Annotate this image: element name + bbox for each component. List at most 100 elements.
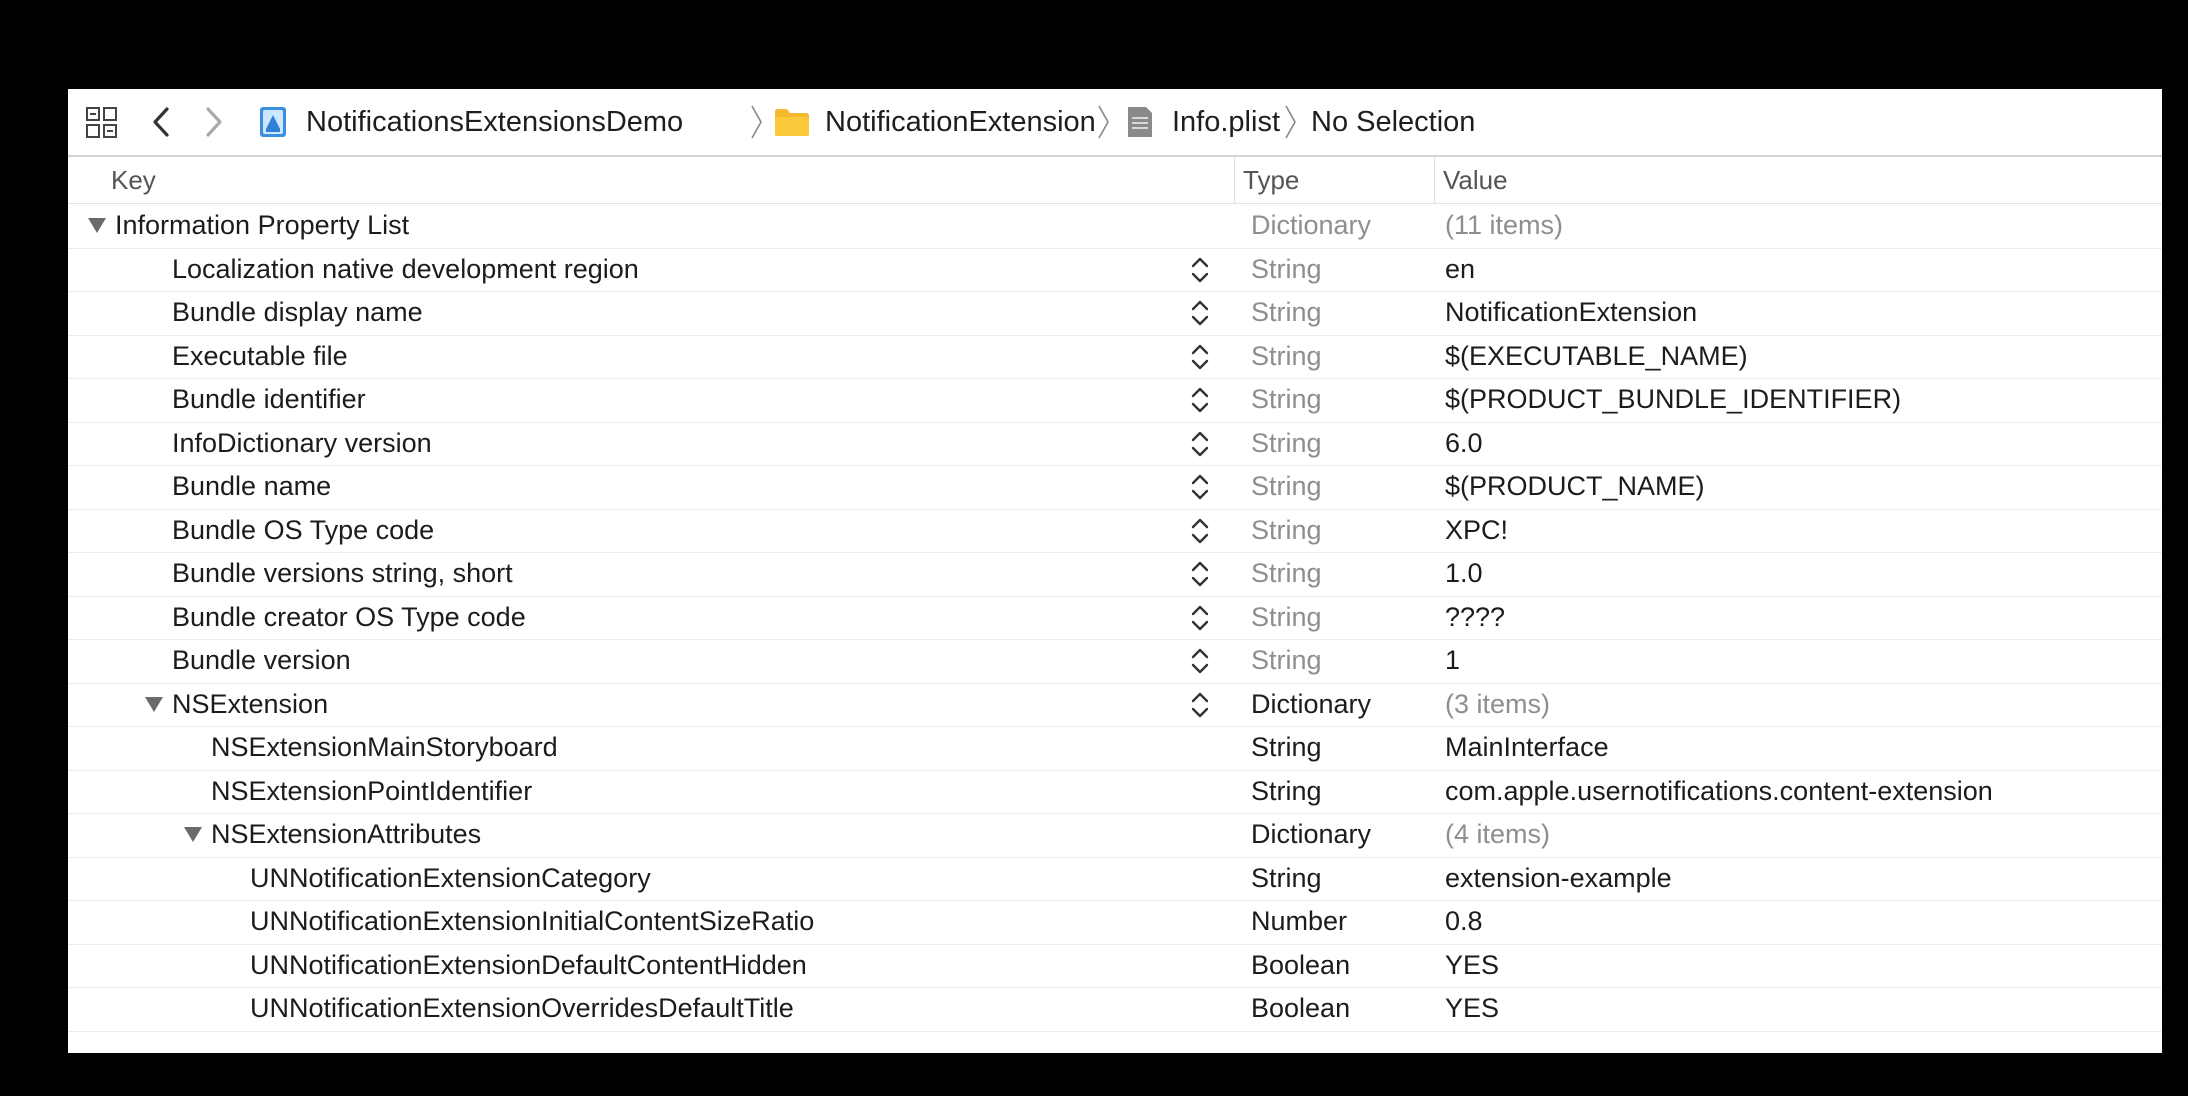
plist-key[interactable]: Bundle display name [172,291,423,334]
plist-value[interactable]: XPC! [1445,509,1508,552]
plist-key[interactable]: UNNotificationExtensionOverridesDefaultT… [250,987,794,1030]
plist-row[interactable]: Bundle identifier String $(PRODUCT_BUNDLE_… [68,378,2162,423]
plist-key[interactable]: UNNotificationExtensionInitialContentSiz… [250,900,814,943]
key-picker-stepper-icon[interactable] [1190,297,1210,329]
plist-type[interactable]: String [1251,291,1322,334]
related-items-icon[interactable] [85,106,119,140]
key-picker-stepper-icon[interactable] [1190,471,1210,503]
column-divider[interactable] [1234,157,1235,203]
plist-row[interactable]: NSExtensionAttributes Dictionary (4 items) [68,813,2162,858]
plist-row[interactable]: UNNotificationExtensionOverridesDefaultT… [68,987,2162,1032]
plist-row[interactable]: Executable file String $(EXECUTABLE_NAME) [68,335,2162,379]
plist-row[interactable]: InfoDictionary version String 6.0 [68,422,2162,466]
plist-key[interactable]: Bundle OS Type code [172,509,434,552]
plist-value[interactable]: 1.0 [1445,552,1483,595]
plist-value[interactable]: 6.0 [1445,422,1483,465]
back-arrow-icon[interactable] [150,105,172,139]
disclosure-triangle-icon[interactable] [88,218,106,233]
plist-row[interactable]: NSExtensionMainStoryboard String MainInter… [68,726,2162,771]
plist-key[interactable]: NSExtensionPointIdentifier [211,770,532,813]
plist-row[interactable]: NSExtensionPointIdentifier String com.appl… [68,770,2162,814]
plist-value[interactable]: en [1445,248,1475,291]
key-picker-stepper-icon[interactable] [1190,515,1210,547]
plist-key[interactable]: InfoDictionary version [172,422,432,465]
plist-key[interactable]: Bundle version [172,639,351,682]
breadcrumb-file[interactable]: Info.plist [1126,89,1280,155]
plist-type[interactable]: String [1251,596,1322,639]
plist-value[interactable]: 1 [1445,639,1460,682]
breadcrumb-folder[interactable]: NotificationExtension [774,89,1096,155]
plist-value[interactable]: NotificationExtension [1445,291,1697,334]
plist-row[interactable]: Bundle creator OS Type code String???? [68,596,2162,640]
plist-type[interactable]: String [1251,248,1322,291]
plist-type[interactable]: Boolean [1251,987,1350,1030]
key-picker-stepper-icon[interactable] [1190,341,1210,373]
key-picker-stepper-icon[interactable] [1190,558,1210,590]
plist-row[interactable]: Bundle name String $(PRODUCT_NAME) [68,465,2162,510]
plist-key[interactable]: Localization native development region [172,248,639,291]
plist-value[interactable]: com.apple.usernotifications.content-exte… [1445,770,1993,813]
plist-type[interactable]: Dictionary [1251,204,1371,247]
plist-row[interactable]: Information Property List Dictionary (11 i… [68,204,2162,249]
plist-type[interactable]: Number [1251,900,1347,943]
plist-type[interactable]: Dictionary [1251,813,1371,856]
column-header-value[interactable]: Value [1443,157,1508,203]
column-divider[interactable] [1434,157,1435,203]
key-picker-stepper-icon[interactable] [1190,689,1210,721]
plist-type[interactable]: String [1251,422,1322,465]
plist-key[interactable]: UNNotificationExtensionDefaultContentHid… [250,944,807,987]
plist-key[interactable]: NSExtensionMainStoryboard [211,726,558,769]
disclosure-triangle-icon[interactable] [184,827,202,842]
plist-row[interactable]: Localization native development region St… [68,248,2162,292]
plist-type[interactable]: String [1251,465,1322,508]
disclosure-triangle-icon[interactable] [145,696,163,712]
plist-type[interactable]: Boolean [1251,944,1350,987]
plist-key[interactable]: Bundle identifier [172,378,366,421]
plist-value[interactable]: $(PRODUCT_NAME) [1445,465,1705,508]
key-picker-stepper-icon[interactable] [1190,384,1210,416]
plist-type[interactable]: String [1251,639,1322,682]
plist-type[interactable]: Dictionary [1251,683,1371,726]
plist-key[interactable]: Bundle versions string, short [172,552,513,595]
plist-value[interactable]: $(PRODUCT_BUNDLE_IDENTIFIER) [1445,378,1901,421]
plist-type[interactable]: String [1251,509,1322,552]
plist-value[interactable]: extension-example [1445,857,1672,900]
plist-type[interactable]: String [1251,857,1322,900]
plist-row[interactable]: NSExtension Dictionary (3 items) [68,683,2162,727]
plist-value[interactable]: YES [1445,987,1499,1030]
key-picker-stepper-icon[interactable] [1190,602,1210,634]
plist-row[interactable]: Bundle display name String NotificationExt… [68,291,2162,336]
plist-key[interactable]: NSExtensionAttributes [211,813,481,856]
plist-row[interactable]: UNNotificationExtensionCategory String ext… [68,857,2162,901]
plist-type[interactable]: String [1251,552,1322,595]
plist-row[interactable]: Bundle OS Type code String XPC! [68,509,2162,553]
plist-value[interactable]: $(EXECUTABLE_NAME) [1445,335,1748,378]
plist-value[interactable]: YES [1445,944,1499,987]
plist-value[interactable]: (3 items) [1445,683,1550,726]
plist-key[interactable]: Executable file [172,335,348,378]
plist-row[interactable]: UNNotificationExtensionDefaultContentHid… [68,944,2162,988]
breadcrumb-project[interactable]: NotificationsExtensionsDemo [258,89,683,155]
plist-type[interactable]: String [1251,770,1322,813]
plist-key[interactable]: UNNotificationExtensionCategory [250,857,651,900]
plist-type[interactable]: String [1251,726,1322,769]
plist-row[interactable]: Bundle versions string, short String 1.0 [68,552,2162,597]
forward-arrow-icon[interactable] [203,105,225,139]
plist-value[interactable]: (11 items) [1445,204,1563,247]
plist-key[interactable]: Bundle creator OS Type code [172,596,526,639]
breadcrumb-selection[interactable]: No Selection [1311,89,1475,155]
plist-value[interactable]: ???? [1445,596,1505,639]
column-header-type[interactable]: Type [1243,157,1299,203]
plist-key[interactable]: Information Property List [115,204,409,247]
plist-key[interactable]: NSExtension [172,683,328,726]
plist-type[interactable]: String [1251,335,1322,378]
plist-value[interactable]: (4 items) [1445,813,1550,856]
key-picker-stepper-icon[interactable] [1190,254,1210,286]
plist-row[interactable]: Bundle version String 1 [68,639,2162,684]
plist-row[interactable]: UNNotificationExtensionInitialContentSiz… [68,900,2162,945]
plist-type[interactable]: String [1251,378,1322,421]
key-picker-stepper-icon[interactable] [1190,428,1210,460]
plist-value[interactable]: 0.8 [1445,900,1483,943]
key-picker-stepper-icon[interactable] [1190,645,1210,677]
plist-value[interactable]: MainInterface [1445,726,1609,769]
